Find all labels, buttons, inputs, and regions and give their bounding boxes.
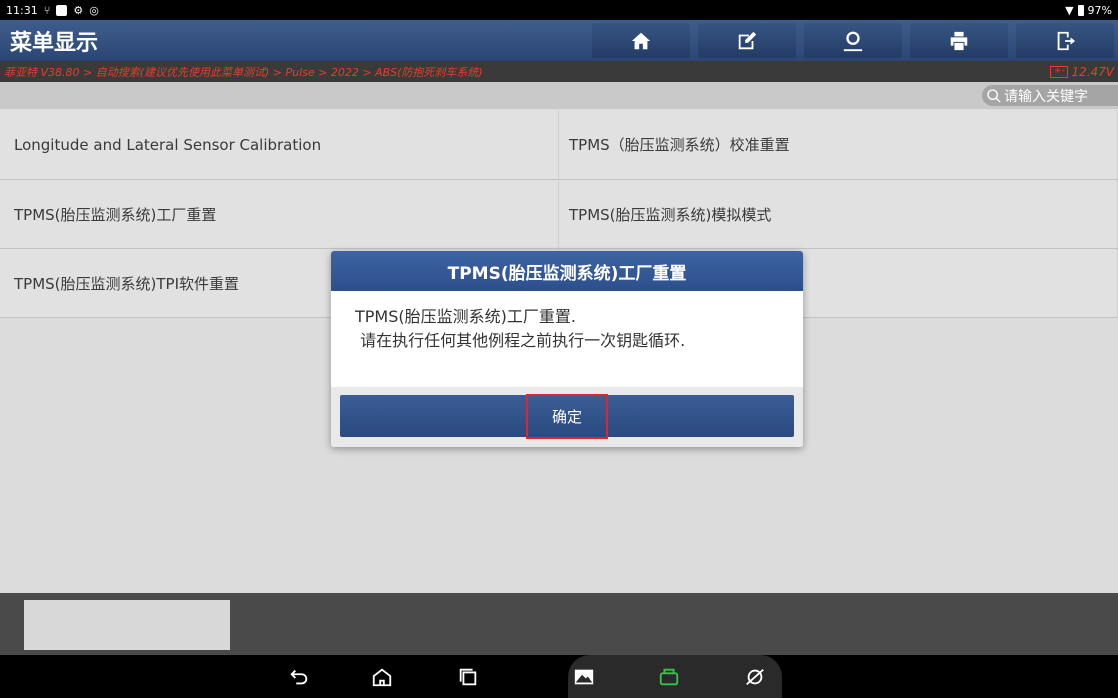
menu-item-tpms-factory-reset[interactable]: TPMS(胎压监测系统)工厂重置 [0, 180, 559, 248]
home-button[interactable] [592, 23, 690, 58]
vci-button[interactable] [656, 664, 682, 690]
image-icon [574, 669, 594, 685]
search-input[interactable]: 请输入关键字 [982, 85, 1118, 106]
dialog-title: TPMS(胎压监测系统)工厂重置 [331, 251, 803, 291]
breadcrumb: 菲亚特 V38.80 > 自动搜索(建议优先使用此菜单测试) > Pulse >… [4, 65, 483, 79]
dialog-footer: 确定 [331, 387, 803, 447]
breadcrumb-bar: 菲亚特 V38.80 > 自动搜索(建议优先使用此菜单测试) > Pulse >… [0, 61, 1118, 82]
system-nav-bar [0, 655, 1118, 698]
menu-item-sensor-calibration[interactable]: Longitude and Lateral Sensor Calibration [0, 110, 559, 179]
recents-button[interactable] [455, 664, 481, 690]
screenshot-button[interactable] [571, 664, 597, 690]
status-bar: 11:31 ⑂ ⚙ ◎ ▼ 97% [0, 0, 1118, 20]
toolbar [588, 20, 1118, 61]
home-icon [631, 32, 651, 49]
browser-button[interactable] [742, 664, 768, 690]
battery-percent: 97% [1087, 3, 1112, 17]
confirm-button-label: 确定 [525, 393, 608, 439]
search-placeholder: 请输入关键字 [1004, 88, 1088, 105]
menu-row: TPMS(胎压监测系统)工厂重置 TPMS(胎压监测系统)模拟模式 [0, 179, 1118, 248]
voltage-indicator: +- 12.47V [1050, 65, 1114, 79]
back-icon [290, 669, 308, 685]
footer-bar [0, 593, 1118, 655]
back-button[interactable] [286, 664, 312, 690]
home-outline-icon [372, 668, 392, 687]
home-nav-button[interactable] [369, 664, 395, 690]
voltage-value: 12.47V [1071, 64, 1114, 79]
car-battery-icon: +- [1050, 65, 1069, 78]
planet-icon [746, 668, 764, 686]
dialog-message-line1: TPMS(胎压监测系统)工厂重置. [355, 307, 576, 326]
clock: 11:31 [6, 3, 38, 17]
print-icon [950, 31, 968, 50]
search-row: 请输入关键字 [0, 82, 1118, 109]
wifi-icon: ▼ [1065, 3, 1074, 17]
profile-button[interactable] [804, 23, 902, 58]
sync-icon: ◎ [89, 3, 99, 17]
menu-item-tpms-calibration-reset[interactable]: TPMS（胎压监测系统）校准重置 [559, 110, 1118, 179]
app-header: 菜单显示 [0, 20, 1118, 61]
footer-button-area [24, 600, 230, 650]
search-icon [987, 88, 1001, 102]
print-button[interactable] [910, 23, 1008, 58]
usb-icon: ⑂ [43, 3, 51, 17]
exit-icon [1057, 31, 1076, 50]
settings-notification-icon: ⚙ [73, 3, 84, 17]
battery-icon [1077, 4, 1084, 16]
dialog-message-line2: 请在执行任何其他例程之前执行一次钥匙循环. [355, 331, 686, 350]
recents-icon [459, 668, 477, 686]
dialog-body: TPMS(胎压监测系统)工厂重置. 请在执行任何其他例程之前执行一次钥匙循环. [331, 291, 803, 387]
confirm-dialog: TPMS(胎压监测系统)工厂重置 TPMS(胎压监测系统)工厂重置. 请在执行任… [331, 251, 803, 447]
menu-row: Longitude and Lateral Sensor Calibration… [0, 110, 1118, 179]
profile-icon [843, 31, 863, 51]
confirm-button[interactable]: 确定 [340, 393, 794, 439]
vci-icon [659, 668, 679, 686]
edit-button[interactable] [698, 23, 796, 58]
menu-item-tpms-simulation-mode[interactable]: TPMS(胎压监测系统)模拟模式 [559, 180, 1118, 248]
edit-icon [738, 31, 757, 49]
app-notification-icon [56, 4, 68, 16]
exit-button[interactable] [1016, 23, 1114, 58]
page-title: 菜单显示 [10, 30, 99, 56]
